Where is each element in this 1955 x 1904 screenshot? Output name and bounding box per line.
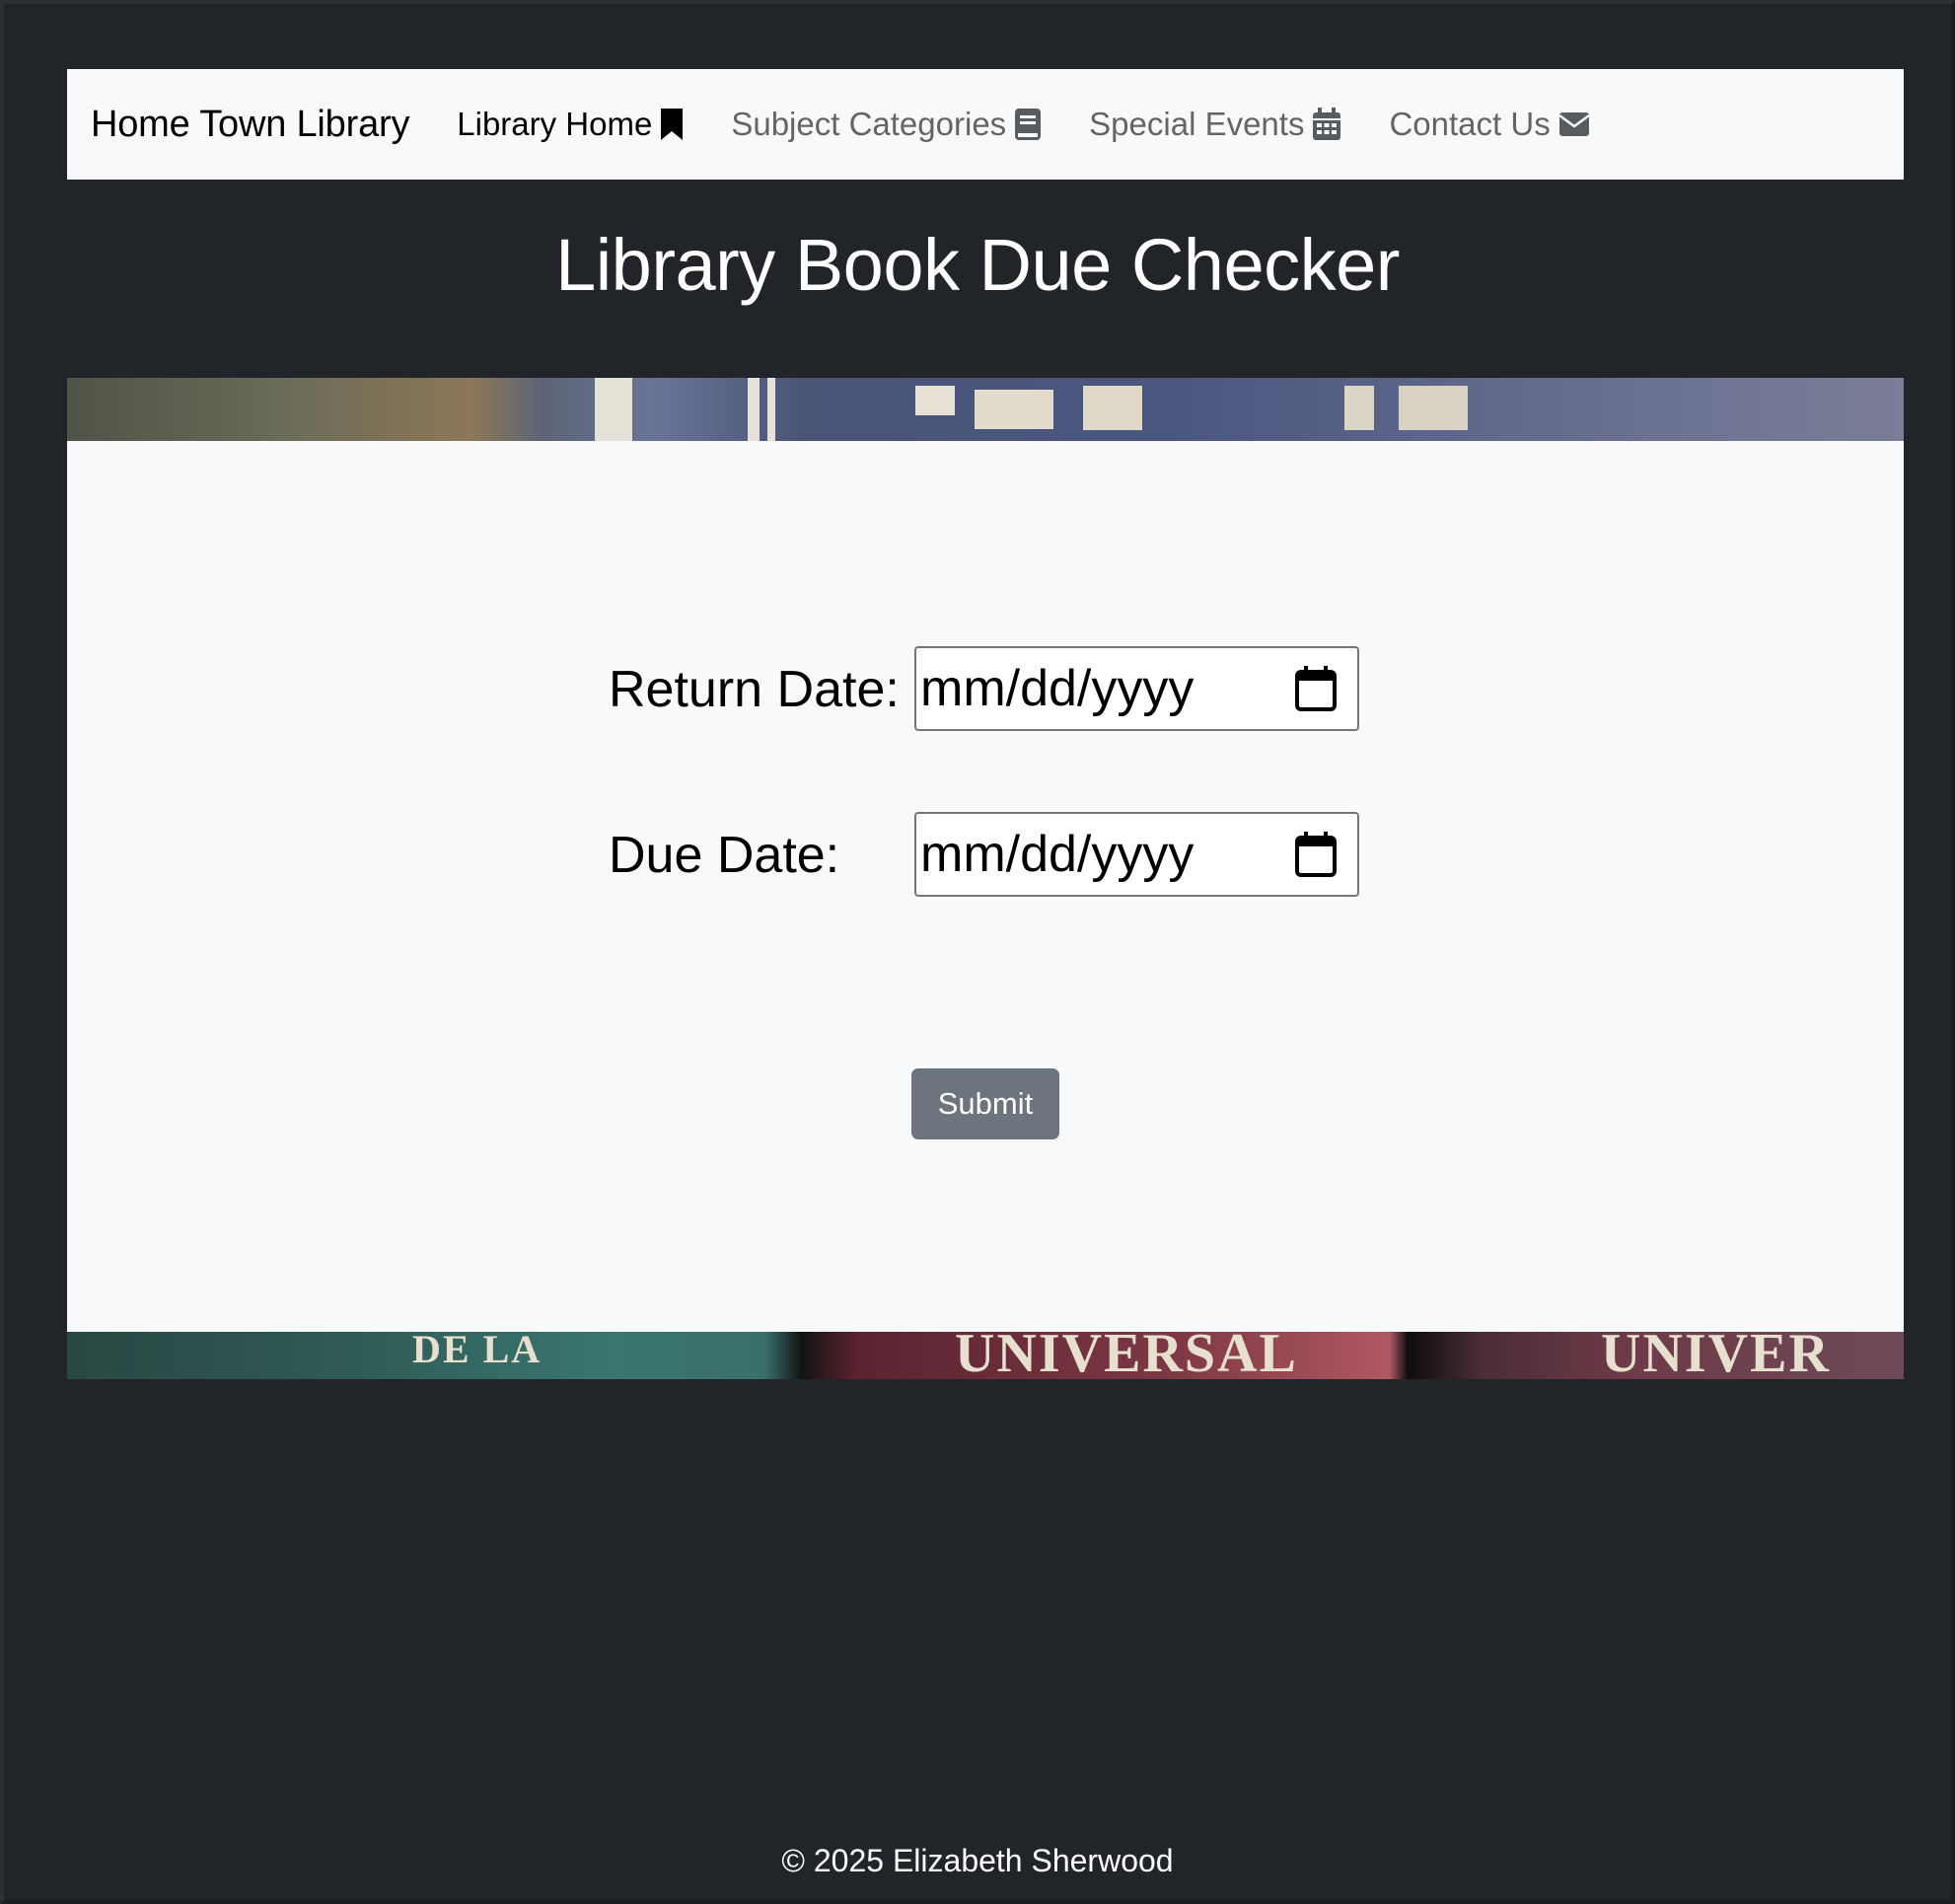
envelope-icon — [1557, 111, 1590, 137]
nav-item-label: Library Home — [457, 106, 653, 142]
due-date-label: Due Date: — [609, 827, 840, 884]
nav-item-special-events[interactable]: Special Events — [1089, 106, 1341, 143]
decorative-book-spines-bottom: DE LA UNIVERSAL UNIVER — [67, 1332, 1904, 1379]
spine-text-universal: UNIVERSAL — [955, 1332, 1298, 1379]
due-date-input[interactable]: mm/dd/yyyy — [914, 812, 1359, 897]
page-title: Library Book Due Checker — [555, 224, 1400, 306]
return-date-row: Return Date: mm/dd/yyyy — [67, 646, 1904, 733]
submit-button[interactable]: Submit — [911, 1068, 1059, 1139]
nav-item-subject-categories[interactable]: Subject Categories — [731, 106, 1042, 143]
return-date-label: Return Date: — [609, 661, 900, 718]
bookmark-icon — [660, 108, 684, 141]
navbar-brand[interactable]: Home Town Library — [91, 104, 409, 146]
due-date-row: Due Date: mm/dd/yyyy — [67, 812, 1904, 899]
return-date-placeholder: mm/dd/yyyy — [920, 660, 1195, 717]
calendar-icon — [1312, 108, 1341, 141]
navbar: Home Town Library Library Home Subject C… — [67, 69, 1904, 180]
calendar-picker-icon[interactable] — [1294, 665, 1338, 712]
nav-item-label: Special Events — [1089, 106, 1305, 142]
return-date-input[interactable]: mm/dd/yyyy — [914, 646, 1359, 731]
decorative-book-spines-top — [67, 378, 1904, 442]
due-checker-form-card: Return Date: mm/dd/yyyy Due Date: mm/dd/… — [67, 441, 1904, 1332]
footer-copyright: © 2025 Elizabeth Sherwood — [781, 1843, 1174, 1878]
due-date-placeholder: mm/dd/yyyy — [920, 826, 1195, 883]
nav-item-label: Contact Us — [1389, 106, 1551, 142]
nav-item-label: Subject Categories — [731, 106, 1007, 142]
spine-text-dela: DE LA — [412, 1332, 543, 1371]
spine-text-univer: UNIVER — [1601, 1332, 1831, 1379]
book-icon — [1014, 108, 1042, 141]
calendar-picker-icon[interactable] — [1294, 831, 1338, 878]
nav-item-library-home[interactable]: Library Home — [457, 106, 684, 143]
nav-item-contact-us[interactable]: Contact Us — [1389, 106, 1590, 143]
